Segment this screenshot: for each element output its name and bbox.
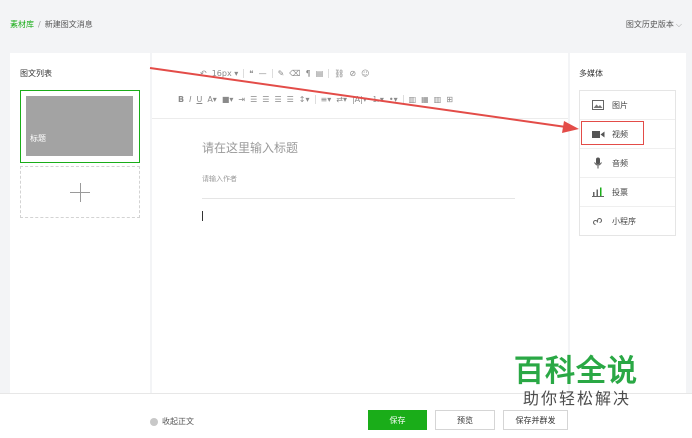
paragraph-spacing-icon[interactable]: ≡▾ bbox=[321, 95, 332, 104]
toolbar-row-2: B I U A▾ ■▾ ⇥ ☰ ☰ ☰ ☰ ↕▾ ≡▾ ⇄▾ |A|▾ ⒈▾ •… bbox=[178, 92, 453, 106]
font-size-select[interactable]: 16px ▾ bbox=[212, 69, 239, 78]
emoji-icon[interactable]: ☺ bbox=[361, 69, 369, 78]
ordered-list-icon[interactable]: ⒈▾ bbox=[372, 94, 384, 105]
indent-icon[interactable]: ⇥ bbox=[238, 95, 245, 104]
media-item-mini-program[interactable]: 小程序 bbox=[580, 207, 675, 236]
mini-program-icon bbox=[591, 216, 605, 228]
float-right-icon[interactable]: ▥ bbox=[434, 95, 442, 104]
media-item-audio[interactable]: 音频 bbox=[580, 149, 675, 178]
breadcrumb-current: 新建图文消息 bbox=[44, 20, 93, 29]
history-versions-dropdown[interactable]: 图文历史版本 ⌵ bbox=[626, 19, 682, 30]
table-icon[interactable]: ⊞ bbox=[446, 95, 453, 104]
article-card[interactable]: 标题 bbox=[20, 90, 140, 163]
text-direction-icon[interactable]: ⇄▾ bbox=[336, 95, 347, 104]
preview-button[interactable]: 预览 bbox=[435, 410, 495, 430]
article-card-title: 标题 bbox=[30, 134, 46, 143]
toolbar-row-1: ↶ 16px ▾ ❝ — ✎ ⌫ ¶ ▤ ⛓ ⊘ ☺ bbox=[200, 66, 369, 80]
collapse-label: 收起正文 bbox=[162, 417, 194, 426]
align-left-icon[interactable]: ☰ bbox=[250, 95, 257, 104]
image-icon bbox=[591, 99, 605, 111]
toolbar-divider bbox=[328, 68, 330, 78]
history-versions-label: 图文历史版本 bbox=[625, 20, 674, 29]
multimedia-title: 多媒体 bbox=[579, 69, 603, 78]
italic-icon[interactable]: I bbox=[189, 95, 191, 104]
toolbar-divider bbox=[314, 94, 316, 104]
media-item-label: 图片 bbox=[612, 100, 628, 110]
collapse-content-toggle[interactable]: 收起正文 bbox=[150, 416, 194, 427]
editor-toolbar: ↶ 16px ▾ ❝ — ✎ ⌫ ¶ ▤ ⛓ ⊘ ☺ B I U A▾ ■▾ ⇥… bbox=[152, 53, 568, 119]
article-cover-placeholder bbox=[26, 96, 133, 156]
author-underline bbox=[202, 198, 515, 199]
background-color-icon[interactable]: ■▾ bbox=[222, 95, 234, 104]
toolbar-divider bbox=[402, 94, 404, 104]
article-list-title: 图文列表 bbox=[20, 69, 52, 78]
toolbar-divider bbox=[271, 68, 273, 78]
undo-icon[interactable]: ↶ bbox=[200, 69, 207, 78]
line-spacing-icon[interactable]: ↕▾ bbox=[299, 95, 310, 104]
watermark-title: 百科全说 bbox=[514, 354, 638, 389]
plus-icon-vertical bbox=[79, 183, 81, 202]
align-justify-icon[interactable]: ☰ bbox=[287, 95, 294, 104]
horizontal-rule-icon[interactable]: — bbox=[259, 69, 267, 78]
bar-chart-icon bbox=[591, 186, 605, 198]
underline-icon[interactable]: U bbox=[196, 95, 202, 104]
link-icon[interactable]: ⛓ bbox=[334, 69, 344, 78]
bold-icon[interactable]: B bbox=[178, 95, 184, 104]
font-color-icon[interactable]: A▾ bbox=[207, 95, 217, 104]
media-item-label: 投票 bbox=[612, 187, 628, 197]
article-list-panel: 图文列表 标题 bbox=[10, 53, 150, 393]
multimedia-panel: 多媒体 图片 视频 音频 投票 小程序 bbox=[570, 53, 686, 393]
save-and-publish-button[interactable]: 保存并群发 bbox=[503, 410, 568, 430]
watermark-subtitle: 助你轻松解决 bbox=[523, 389, 632, 408]
breadcrumb: 素材库 / 新建图文消息 bbox=[10, 19, 93, 30]
chevron-down-icon: ⌵ bbox=[675, 20, 682, 29]
title-input[interactable]: 请在这里输入标题 bbox=[202, 139, 298, 156]
media-item-label: 小程序 bbox=[612, 217, 636, 226]
collapse-icon bbox=[150, 417, 158, 426]
media-item-image[interactable]: 图片 bbox=[580, 91, 675, 120]
microphone-icon bbox=[591, 157, 605, 169]
clear-format-icon[interactable]: ⌫ bbox=[289, 69, 300, 78]
media-item-label: 音频 bbox=[612, 158, 628, 168]
top-bar: 素材库 / 新建图文消息 图文历史版本 ⌵ bbox=[0, 0, 692, 52]
template-icon[interactable]: ▤ bbox=[316, 69, 324, 78]
breadcrumb-root-link[interactable]: 素材库 bbox=[10, 20, 34, 29]
brush-icon[interactable]: ✎ bbox=[278, 69, 285, 78]
letter-spacing-icon[interactable]: |A|▾ bbox=[352, 95, 367, 104]
unlink-icon[interactable]: ⊘ bbox=[349, 69, 356, 78]
add-article-button[interactable] bbox=[20, 166, 140, 218]
unordered-list-icon[interactable]: •▾ bbox=[389, 95, 398, 104]
align-right-icon[interactable]: ☰ bbox=[274, 95, 281, 104]
breadcrumb-separator: / bbox=[38, 20, 41, 29]
save-button[interactable]: 保存 bbox=[368, 410, 427, 430]
author-input[interactable]: 请输入作者 bbox=[202, 174, 237, 184]
editor-panel: ↶ 16px ▾ ❝ — ✎ ⌫ ¶ ▤ ⛓ ⊘ ☺ B I U A▾ ■▾ ⇥… bbox=[152, 53, 568, 393]
align-center-icon[interactable]: ☰ bbox=[262, 95, 269, 104]
video-highlight-box bbox=[581, 121, 644, 145]
toolbar-divider bbox=[243, 68, 245, 78]
text-cursor bbox=[202, 211, 203, 221]
quote-icon[interactable]: ❝ bbox=[249, 69, 253, 78]
multimedia-list: 图片 视频 音频 投票 小程序 bbox=[579, 90, 676, 236]
paragraph-format-icon[interactable]: ¶ bbox=[306, 69, 311, 78]
float-left-icon[interactable]: ▥ bbox=[409, 95, 417, 104]
float-none-icon[interactable]: ▦ bbox=[421, 95, 429, 104]
media-item-vote[interactable]: 投票 bbox=[580, 178, 675, 207]
